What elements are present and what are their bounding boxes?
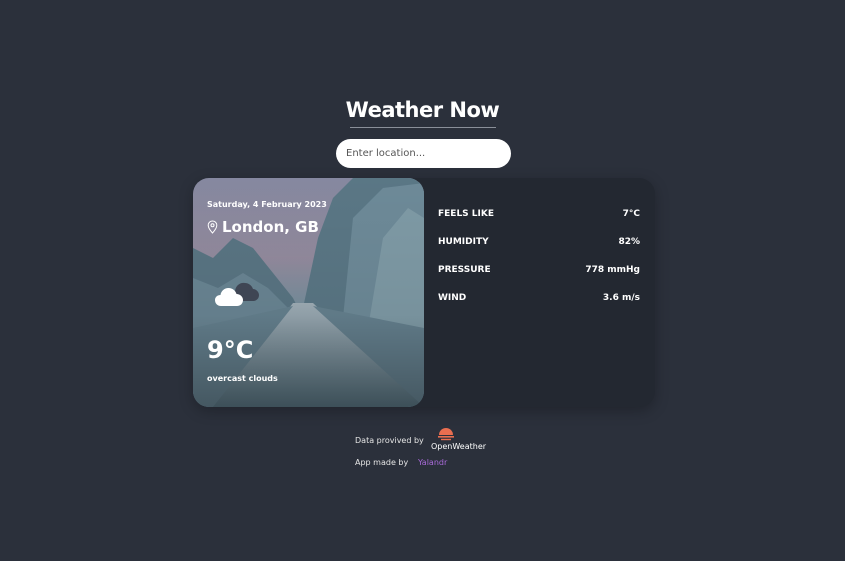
weather-description: overcast clouds [207, 374, 278, 383]
stat-label: HUMIDITY [438, 237, 489, 247]
weather-app: Weather Now Enter location... Saturday, … [0, 0, 845, 561]
stat-value: 778 mmHg [585, 265, 640, 275]
weather-summary-panel: Saturday, 4 February 2023 London, GB 9°C… [193, 178, 424, 407]
weather-card: Saturday, 4 February 2023 London, GB 9°C… [193, 178, 655, 407]
stat-label: FEELS LIKE [438, 209, 494, 219]
weather-stats-list: FEELS LIKE 7°C HUMIDITY 82% PRESSURE 778… [438, 200, 640, 312]
author-link[interactable]: Yalandr [418, 458, 447, 467]
location-name: London, GB [222, 218, 319, 236]
current-date: Saturday, 4 February 2023 [207, 200, 327, 209]
title-underline [350, 127, 496, 128]
stat-feels-like: FEELS LIKE 7°C [438, 200, 640, 228]
stat-pressure: PRESSURE 778 mmHg [438, 256, 640, 284]
stat-label: PRESSURE [438, 265, 491, 275]
stat-humidity: HUMIDITY 82% [438, 228, 640, 256]
location-pin-icon [207, 220, 218, 234]
openweather-link[interactable]: OpenWeather [431, 426, 493, 452]
page-title: Weather Now [345, 98, 500, 122]
stat-value: 7°C [622, 209, 640, 219]
location-search-input[interactable] [336, 139, 511, 168]
openweather-logo-icon [438, 428, 454, 441]
stat-label: WIND [438, 293, 467, 303]
overcast-clouds-icon [215, 282, 259, 306]
location-row: London, GB [207, 218, 319, 236]
data-provided-by-text: Data provived by [355, 436, 424, 445]
stat-value: 3.6 m/s [602, 293, 640, 303]
stat-wind: WIND 3.6 m/s [438, 284, 640, 312]
openweather-logo-text: OpenWeather [431, 442, 487, 451]
app-made-by-text: App made by [355, 458, 409, 467]
current-temperature: 9°C [207, 336, 254, 364]
stat-value: 82% [618, 237, 640, 247]
